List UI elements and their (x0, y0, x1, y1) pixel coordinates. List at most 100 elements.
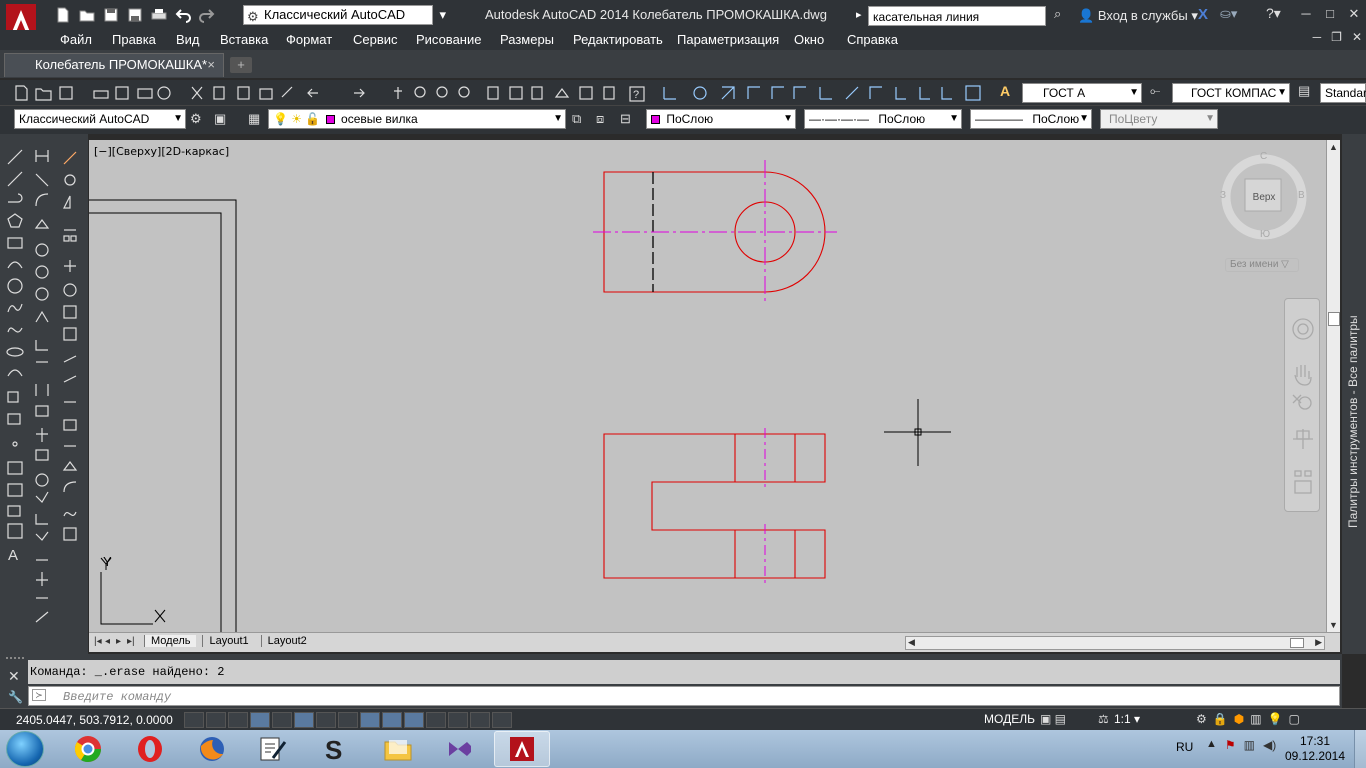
quick-view-icon[interactable]: ▣ ▤ (1040, 712, 1066, 726)
tab-layout1[interactable]: Layout1 (202, 635, 254, 647)
first-layout-icon[interactable]: |◂ (94, 636, 105, 647)
viewport-controls-label[interactable]: [−][Сверху][2D-каркас] (94, 145, 229, 158)
taskbar-chrome[interactable] (60, 731, 116, 767)
quick-properties-toggle[interactable] (448, 712, 468, 728)
grid-toggle[interactable] (228, 712, 248, 728)
tray-network-icon[interactable]: ▥ (1244, 738, 1255, 752)
clean-screen-icon[interactable]: ▢ (1289, 712, 1300, 726)
help-icon[interactable]: ?▾ (1266, 5, 1281, 22)
toolbar-lock-icon[interactable]: 🔒 (1213, 712, 1228, 726)
exchange-apps-icon[interactable]: X (1198, 6, 1208, 23)
save-icon[interactable] (100, 5, 122, 25)
doc-restore-button[interactable]: ❐ (1331, 30, 1342, 44)
menu-file[interactable]: Файл (60, 32, 92, 47)
autodesk-360-icon[interactable]: ⛀▾ (1220, 6, 1237, 22)
tray-volume-icon[interactable]: ◀) (1263, 738, 1276, 752)
show-desktop-button[interactable] (1354, 730, 1366, 768)
taskbar-opera[interactable] (122, 731, 178, 767)
minimize-button[interactable]: ─ (1294, 2, 1318, 26)
taskbar-explorer[interactable] (370, 731, 426, 767)
compass-north[interactable]: С (1260, 151, 1267, 162)
file-tab-current[interactable]: Колебатель ПРОМОКАШКА* × (4, 53, 224, 77)
menu-window[interactable]: Окно (794, 32, 824, 47)
3d-osnap-toggle[interactable] (316, 712, 336, 728)
workspace-switch-icon[interactable]: ⚙ (1196, 712, 1207, 726)
vertical-scrollbar[interactable]: ▲ ▼ (1326, 140, 1340, 632)
dimension-style-icon[interactable]: ⟜ (1150, 83, 1170, 103)
compass-south[interactable]: Ю (1260, 229, 1270, 240)
maximize-button[interactable]: □ (1318, 2, 1342, 26)
customize-icon[interactable]: ▣ (214, 111, 226, 127)
menu-format[interactable]: Формат (286, 32, 332, 47)
menu-modify[interactable]: Редактировать (573, 32, 663, 47)
drawing-canvas[interactable]: [−][Сверху][2D-каркас] С Ю З В Верх Без … (89, 140, 1326, 632)
color-dropdown[interactable]: ПоСлою ▼ (646, 109, 796, 129)
wcs-menu[interactable]: Без имени ▽ (1225, 258, 1299, 272)
table-style-icon[interactable]: ▤ (1298, 83, 1318, 103)
open-folder-icon[interactable] (76, 5, 98, 25)
selection-cycling-toggle[interactable] (470, 712, 490, 728)
menu-insert[interactable]: Вставка (220, 32, 268, 47)
layer-state-icon[interactable]: ⊟ (620, 111, 631, 127)
input-language[interactable]: RU (1176, 740, 1193, 754)
wrench-icon[interactable]: 🔧 (8, 690, 23, 704)
doc-minimize-button[interactable]: ─ (1313, 30, 1322, 44)
layer-properties-icon[interactable]: ▦ (248, 111, 260, 127)
close-tab-icon[interactable]: × (207, 54, 215, 76)
viewcube-top-face[interactable]: Верх (1249, 192, 1279, 203)
scroll-right-icon[interactable]: ▶ (1315, 637, 1322, 648)
scroll-up-icon[interactable]: ▲ (1329, 142, 1338, 152)
menu-parametric[interactable]: Параметризация (677, 32, 779, 47)
command-prompt-icon[interactable]: ≻ (32, 689, 46, 701)
lightbulb-icon[interactable]: 💡 (1268, 712, 1283, 726)
coordinate-readout[interactable]: 2405.0447, 503.7912, 0.0000 (16, 713, 173, 727)
menu-tools[interactable]: Сервис (353, 32, 398, 47)
chevron-down-icon[interactable]: ▾ (439, 6, 446, 24)
ducs-toggle[interactable] (360, 712, 380, 728)
menu-help[interactable]: Справка (847, 32, 898, 47)
snap-toggle[interactable] (206, 712, 226, 728)
save-as-icon[interactable] (124, 5, 146, 25)
layer-previous-icon[interactable]: ⧈ (596, 111, 604, 127)
annotation-monitor-toggle[interactable] (492, 712, 512, 728)
table-style-dropdown[interactable]: Standard (1320, 83, 1366, 103)
dyn-toggle[interactable] (382, 712, 402, 728)
next-layout-icon[interactable]: ▸ (116, 636, 127, 647)
compass-east[interactable]: В (1298, 190, 1305, 201)
polar-toggle[interactable] (272, 712, 292, 728)
close-command-icon[interactable]: ✕ (8, 668, 20, 685)
horizontal-scroll-thumb[interactable] (1290, 638, 1304, 648)
command-grip[interactable] (6, 657, 24, 663)
tray-expand-icon[interactable]: ▲ (1206, 738, 1217, 752)
hardware-acceleration-icon[interactable]: ⬢ (1234, 712, 1244, 726)
taskbar-visual-studio[interactable] (432, 731, 488, 767)
new-file-icon[interactable] (52, 5, 74, 25)
tool-palette-title[interactable]: Палитры инструментов - Все палитры (1346, 315, 1360, 528)
tab-layout2[interactable]: Layout2 (260, 635, 313, 647)
annotation-scale[interactable]: 1:1 ▾ (1114, 712, 1140, 726)
vertical-scroll-thumb[interactable] (1328, 312, 1340, 326)
scroll-left-icon[interactable]: ◀ (908, 637, 915, 648)
annotation-scale-icon[interactable]: ⚖ (1098, 712, 1109, 726)
compass-west[interactable]: З (1220, 190, 1226, 201)
model-space-button[interactable]: МОДЕЛЬ (984, 712, 1035, 726)
workspace-dropdown[interactable]: ⚙ Классический AutoCAD ▾ (243, 5, 446, 25)
otrack-toggle[interactable] (338, 712, 358, 728)
lineweight-dropdown[interactable]: ———— ПоСлою ▼ (970, 109, 1092, 129)
menu-draw[interactable]: Рисование (416, 32, 481, 47)
doc-close-button[interactable]: ✕ (1352, 30, 1362, 44)
last-layout-icon[interactable]: ▸| (127, 636, 138, 647)
scroll-down-icon[interactable]: ▼ (1329, 620, 1338, 630)
system-clock[interactable]: 17:31 09.12.2014 (1280, 734, 1350, 764)
horizontal-scrollbar[interactable]: ◀ ▶ (905, 636, 1325, 650)
tab-model[interactable]: Модель (144, 635, 197, 647)
new-tab-button[interactable]: + (230, 57, 252, 73)
undo-icon[interactable] (172, 5, 194, 25)
taskbar-document-editor[interactable] (244, 731, 300, 767)
make-current-layer-icon[interactable]: ⧉ (572, 111, 581, 127)
help-search-input[interactable]: касательная линия (868, 6, 1046, 26)
menu-dimension[interactable]: Размеры (500, 32, 554, 47)
print-icon[interactable] (148, 5, 170, 25)
tray-flag-icon[interactable]: ⚑ (1225, 738, 1236, 752)
sign-in-button[interactable]: 👤 Вход в службы ▾ (1078, 8, 1198, 24)
